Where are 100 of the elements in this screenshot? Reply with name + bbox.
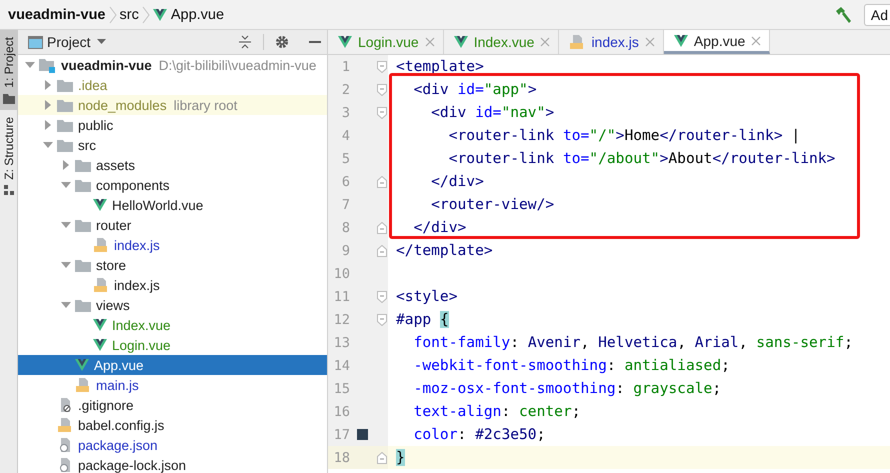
tree-item[interactable]: components <box>18 175 327 195</box>
code-token: to= <box>562 127 590 144</box>
code-token: , <box>580 334 590 351</box>
vue-logo-icon <box>75 359 89 371</box>
js-file-icon <box>75 377 91 393</box>
vue-logo-icon <box>674 34 688 46</box>
folder-icon <box>2 94 14 104</box>
tree-item[interactable]: src <box>18 135 327 155</box>
code-token: | <box>790 127 800 144</box>
vue-logo-icon <box>93 199 107 211</box>
unfold-icon[interactable] <box>377 176 387 188</box>
tree-item[interactable]: .idea <box>18 75 327 95</box>
code-token: > <box>616 127 624 144</box>
code-token: #app <box>396 311 432 328</box>
line-number: 7 <box>340 196 350 212</box>
code-token: > <box>528 81 537 98</box>
code-token: <template> <box>396 58 484 75</box>
tree-item[interactable]: App.vue <box>18 355 327 375</box>
expanded-arrow-icon <box>43 142 53 148</box>
folder-icon <box>57 78 73 92</box>
line-number: 18 <box>332 450 350 466</box>
tree-item[interactable]: vueadmin-vue D:\git-bilibili\vueadmin-vue <box>18 55 327 75</box>
vue-logo-icon <box>152 8 167 20</box>
fold-icon[interactable] <box>377 106 387 118</box>
line-number: 14 <box>332 358 350 374</box>
tree-item[interactable]: Login.vue <box>18 335 327 355</box>
tool-window-tab[interactable]: 1: Project <box>0 30 17 110</box>
code-token: "nav" <box>501 104 546 121</box>
code-token: antialiased <box>624 357 722 374</box>
js-file-icon <box>93 277 109 293</box>
code-token: : <box>606 357 617 374</box>
tree-item[interactable]: assets <box>18 155 327 175</box>
code-token: color <box>412 426 458 443</box>
code-token: grayscale <box>633 380 712 397</box>
tree-item[interactable]: package.json <box>18 435 327 455</box>
editor-tab[interactable]: index.js <box>559 30 664 54</box>
code-token: "app" <box>484 81 528 98</box>
code-token: </div> <box>412 219 466 236</box>
editor-tab[interactable]: App.vue <box>664 30 770 54</box>
code-token: text-align <box>412 403 502 420</box>
line-number: 4 <box>340 128 350 144</box>
code-token: <style> <box>396 288 458 305</box>
code-token: Arial <box>694 334 739 351</box>
vue-logo-icon <box>338 36 352 48</box>
tree-item[interactable]: .gitignore <box>18 395 327 415</box>
line-number: 6 <box>340 174 350 190</box>
line-number: 13 <box>332 334 350 350</box>
tool-window-tab[interactable]: Z: Structure <box>0 110 17 202</box>
breadcrumb-item[interactable]: vueadmin-vue <box>8 6 106 22</box>
code-token: "/about" <box>589 150 660 167</box>
editor-tab[interactable]: Login.vue <box>328 30 444 54</box>
breadcrumb-item[interactable]: App.vue <box>170 6 224 22</box>
js-file-icon <box>569 34 586 50</box>
line-number: 11 <box>332 288 350 304</box>
code-token: </div> <box>430 173 484 190</box>
collapse-all-icon <box>238 35 252 49</box>
code-token: ; <box>844 334 853 351</box>
line-number: 12 <box>332 312 350 328</box>
view-selector[interactable]: Project <box>47 34 106 50</box>
tree-item[interactable]: Index.vue <box>18 315 327 335</box>
close-icon <box>424 37 435 47</box>
tree-item[interactable]: index.js <box>18 275 327 295</box>
code-token: id= <box>458 81 484 98</box>
line-number: 8 <box>340 220 350 236</box>
code-token: About <box>668 150 712 167</box>
line-number: 10 <box>332 266 350 282</box>
fold-icon[interactable] <box>377 84 387 96</box>
matched-brace: } <box>396 449 405 466</box>
tree-item[interactable]: router <box>18 215 327 235</box>
unfold-icon[interactable] <box>377 244 387 256</box>
fold-icon[interactable] <box>377 60 387 72</box>
unfold-icon[interactable] <box>377 452 387 464</box>
collapsed-arrow-icon <box>62 160 70 170</box>
fold-icon[interactable] <box>377 290 387 302</box>
line-number: 9 <box>340 242 350 258</box>
matched-brace: { <box>440 311 449 328</box>
tree-item[interactable]: public <box>18 115 327 135</box>
code-token: #2c3e50 <box>475 426 537 443</box>
folder-icon <box>57 138 73 152</box>
code-token: ; <box>712 380 722 397</box>
tree-item[interactable]: package-lock.json <box>18 455 327 473</box>
code-token: </router-link> <box>712 150 836 167</box>
fold-icon[interactable] <box>377 314 387 326</box>
tree-item[interactable]: HelloWorld.vue <box>18 195 327 215</box>
hammer-icon <box>834 6 852 24</box>
tree-item[interactable]: store <box>18 255 327 275</box>
unfold-icon[interactable] <box>377 222 387 234</box>
run-config-button[interactable]: Ad <box>864 4 890 26</box>
code-token: ; <box>536 426 546 443</box>
code-token: <div <box>412 81 450 98</box>
code-token: <router-view/> <box>430 196 554 213</box>
breadcrumb-item[interactable]: src <box>120 6 139 22</box>
editor-tab[interactable]: Index.vue <box>444 30 560 54</box>
tree-item[interactable]: babel.config.js <box>18 415 327 435</box>
close-icon <box>751 36 762 46</box>
tree-item[interactable]: views <box>18 295 327 315</box>
code-token: > <box>660 150 668 167</box>
tree-item[interactable]: index.js <box>18 235 327 255</box>
code-token: -webkit-font-smoothing <box>412 357 607 374</box>
tree-item[interactable]: main.js <box>18 375 327 395</box>
